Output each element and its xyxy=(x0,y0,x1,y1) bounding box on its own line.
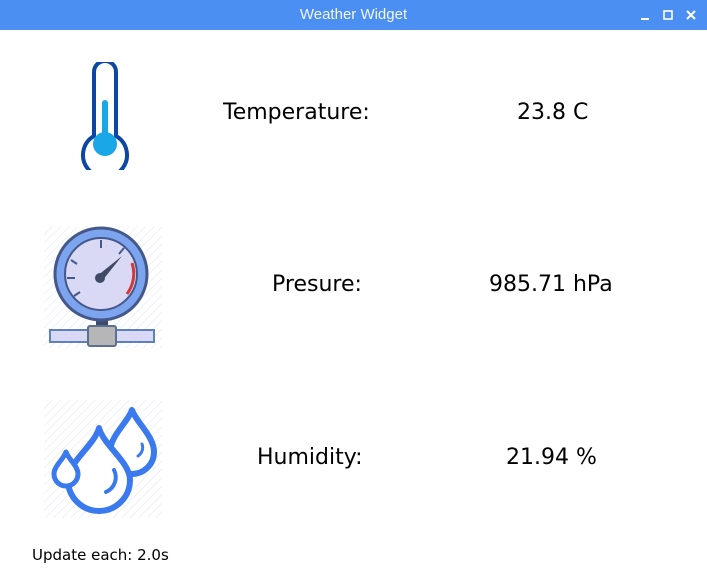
window-title: Weather Widget xyxy=(299,6,408,23)
pressure-gauge-icon xyxy=(44,226,162,348)
maximize-icon[interactable] xyxy=(661,8,675,22)
minimize-icon[interactable] xyxy=(638,8,652,22)
pressure-value: 985.71 hPa xyxy=(489,272,613,297)
close-icon[interactable] xyxy=(684,8,698,22)
water-drops-icon xyxy=(44,400,162,518)
pressure-label: Presure: xyxy=(272,272,362,297)
thermometer-icon xyxy=(72,59,138,180)
humidity-label: Humidity: xyxy=(257,445,363,470)
temperature-value: 23.8 C xyxy=(517,100,589,125)
humidity-value: 21.94 % xyxy=(506,445,597,470)
title-bar: Weather Widget xyxy=(0,0,707,30)
update-interval-text: Update each: 2.0s xyxy=(32,546,169,564)
temperature-label: Temperature: xyxy=(223,100,370,125)
